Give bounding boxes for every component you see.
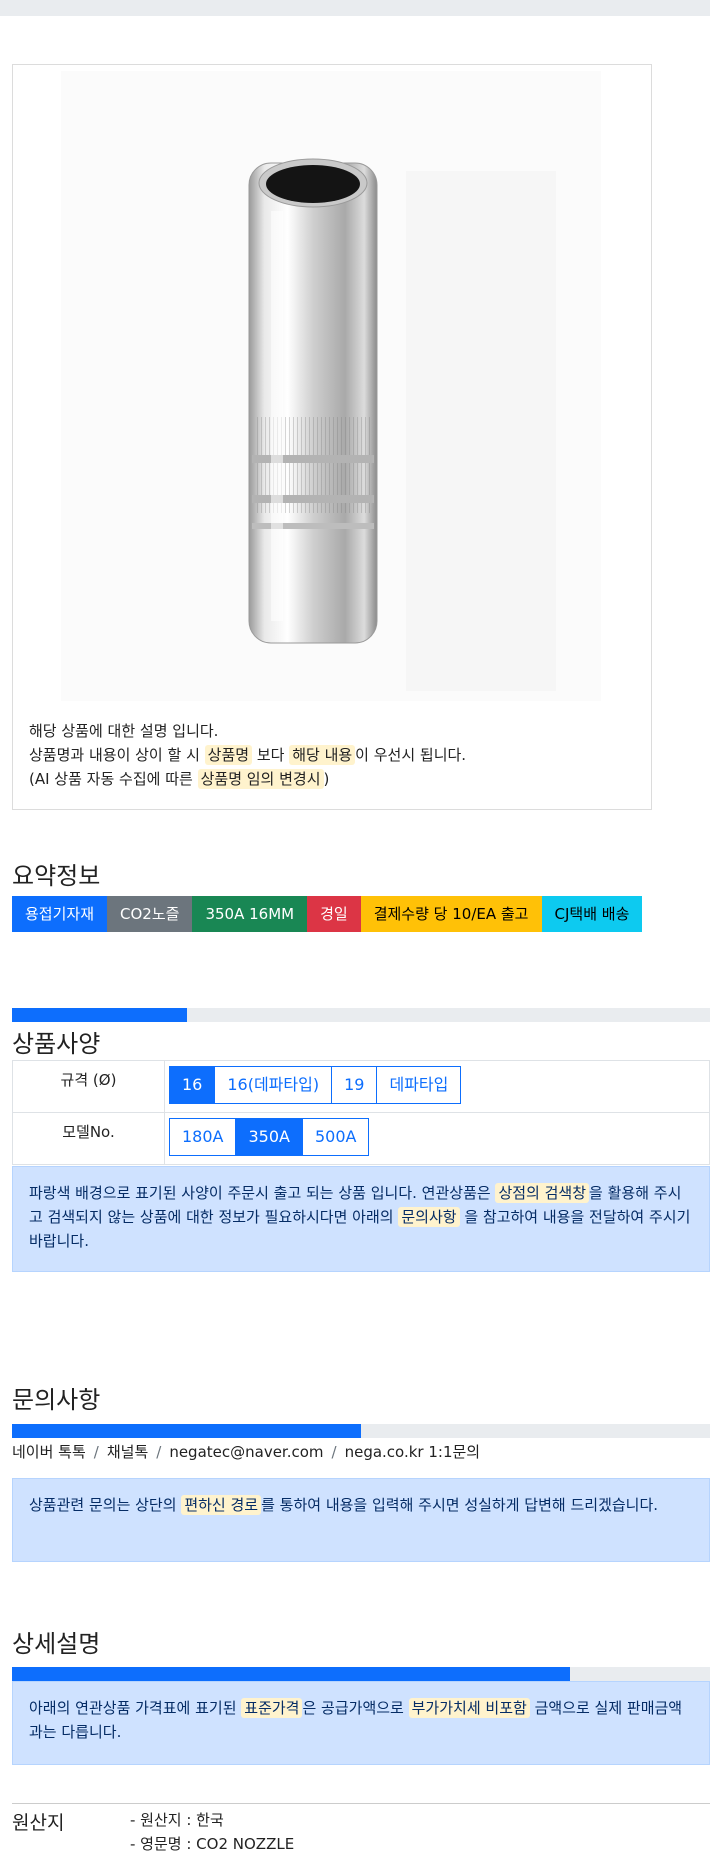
- summary-title: 요약정보: [12, 862, 101, 890]
- contact-links: 네이버 톡톡 / 채널톡 / negatec@naver.com / nega.co.kr …: [12, 1441, 480, 1462]
- spec-option-button[interactable]: 데파타입: [376, 1066, 462, 1104]
- breadcrumb-separator: /: [331, 1443, 337, 1461]
- progress-fill: [12, 1008, 187, 1022]
- description-line: (AI 상품 자동 수집에 따른 상품명 임의 변경시): [29, 769, 330, 789]
- product-card: 해당 상품에 대한 설명 입니다. 상품명과 내용이 상이 할 시 상품명 보다…: [12, 64, 652, 810]
- spec-table: 규격 (Ø) 16 16(데파타입) 19 데파타입 모델No. 180A 350A 500A: [12, 1060, 710, 1165]
- highlight: 부가가치세 비포함: [408, 1698, 530, 1718]
- detail-notice: 아래의 연관상품 가격표에 표기된 표준가격 은 공급가액으로 부가가치세 비포함…: [12, 1681, 710, 1765]
- spec-option-button[interactable]: 19: [331, 1066, 378, 1104]
- breadcrumb-separator: /: [93, 1443, 99, 1461]
- highlight: 상점의 검색창: [495, 1183, 590, 1203]
- detail-progress-bar: [12, 1667, 710, 1681]
- option-button-group: 16 16(데파타입) 19 데파타입: [169, 1066, 462, 1104]
- summary-badges: 용접기자재 CO2노즐 350A 16MM 경일 결제수량 당 10/EA 출고 CJ택배…: [12, 896, 643, 932]
- spec-options: 180A 350A 500A: [164, 1112, 710, 1165]
- progress-fill: [12, 1424, 361, 1438]
- summary-badge: 결제수량 당 10/EA 출고: [360, 896, 542, 932]
- specs-progress-bar: [12, 1008, 710, 1022]
- description-line: 해당 상품에 대한 설명 입니다.: [29, 722, 219, 740]
- spec-row: 규격 (Ø) 16 16(데파타입) 19 데파타입: [12, 1060, 710, 1113]
- origin-item: - 원산지 : 한국: [130, 1811, 224, 1829]
- option-button-group: 180A 350A 500A: [169, 1118, 370, 1156]
- highlight: 문의사항: [398, 1207, 460, 1227]
- summary-badge: 용접기자재: [12, 896, 108, 932]
- detail-title: 상세설명: [12, 1630, 101, 1658]
- highlight: 표준가격: [241, 1698, 303, 1718]
- inquiry-notice: 상품관련 문의는 상단의 편하신 경로 를 통하여 내용을 입력해 주시면 성실하…: [12, 1478, 710, 1562]
- product-image: [61, 71, 601, 701]
- spec-option-button[interactable]: 16(데파타입): [214, 1066, 333, 1104]
- origin-item: - 영문명 : CO2 NOZZLE: [130, 1835, 295, 1853]
- summary-badge: CJ택배 배송: [541, 896, 643, 932]
- spec-option-button[interactable]: 500A: [301, 1118, 370, 1156]
- spec-label: 모델No.: [12, 1112, 165, 1165]
- origin-items: - 원산지 : 한국 - 영문명 : CO2 NOZZLE: [130, 1808, 294, 1856]
- breadcrumb-separator: /: [156, 1443, 162, 1461]
- highlight: 편하신 경로: [181, 1495, 262, 1515]
- highlight: 상품명: [204, 745, 253, 765]
- inquiry-progress-bar: [12, 1424, 710, 1438]
- product-description: 해당 상품에 대한 설명 입니다. 상품명과 내용이 상이 할 시 상품명 보다…: [29, 719, 466, 791]
- spec-row: 모델No. 180A 350A 500A: [12, 1112, 710, 1165]
- origin-label: 원산지: [12, 1812, 65, 1834]
- progress-fill: [12, 1667, 571, 1681]
- inquiry-title: 문의사항: [12, 1386, 101, 1414]
- specs-notice: 파랑색 배경으로 표기된 사양이 주문시 출고 되는 상품 입니다. 연관상품은…: [12, 1166, 710, 1272]
- summary-badge: 350A 16MM: [192, 896, 308, 932]
- contact-link[interactable]: 채널톡: [107, 1443, 148, 1461]
- contact-link[interactable]: negatec@naver.com: [169, 1443, 323, 1461]
- contact-link[interactable]: 네이버 톡톡: [12, 1443, 86, 1461]
- spec-option-button[interactable]: 350A: [235, 1118, 303, 1156]
- summary-badge: 경일: [307, 896, 361, 932]
- top-bar: [0, 0, 710, 16]
- specs-title: 상품사양: [12, 1030, 101, 1058]
- description-line: 상품명과 내용이 상이 할 시 상품명 보다 해당 내용 이 우선시 됩니다.: [29, 745, 467, 765]
- highlight: 해당 내용: [289, 745, 356, 765]
- highlight: 상품명 임의 변경시: [197, 769, 324, 789]
- spec-option-button[interactable]: 16: [169, 1066, 216, 1104]
- origin-divider: [12, 1803, 710, 1804]
- contact-link[interactable]: nega.co.kr 1:1문의: [345, 1443, 481, 1461]
- spec-option-button[interactable]: 180A: [169, 1118, 237, 1156]
- summary-badge: CO2노즐: [107, 896, 193, 932]
- welding-nozzle-icon: [248, 158, 556, 691]
- spec-options: 16 16(데파타입) 19 데파타입: [164, 1060, 710, 1113]
- spec-label: 규격 (Ø): [12, 1060, 165, 1113]
